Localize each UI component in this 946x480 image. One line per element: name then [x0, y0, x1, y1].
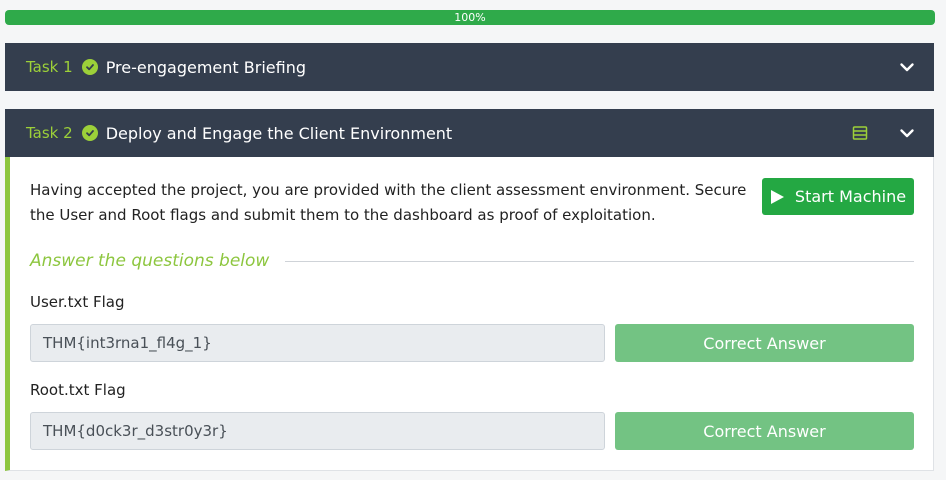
answer-input[interactable]: THM{d0ck3r_d3str0y3r} [30, 412, 605, 450]
correct-answer-button[interactable]: Correct Answer [615, 412, 914, 450]
answer-heading: Answer the questions below [30, 251, 270, 271]
divider [285, 260, 914, 262]
task-title: Deploy and Engage the Client Environment [105, 123, 453, 143]
answer-input[interactable]: THM{int3rna1_fl4g_1} [30, 324, 605, 362]
chevron-down-icon[interactable] [899, 59, 915, 75]
task-title: Pre-engagement Briefing [105, 57, 306, 77]
task-description: Having accepted the project, you are pro… [30, 181, 747, 224]
chevron-down-icon[interactable] [899, 125, 915, 141]
task-2-header[interactable]: Task 2 Deploy and Engage the Client Envi… [5, 109, 934, 157]
start-machine-label: Start Machine [794, 187, 907, 206]
task-1-header[interactable]: Task 1 Pre-engagement Briefing [5, 43, 934, 91]
server-list-icon[interactable] [852, 125, 868, 141]
progress-label: 100% [454, 11, 486, 24]
check-circle-icon [81, 59, 98, 75]
check-circle-icon [81, 125, 98, 141]
task-2-body: Having accepted the project, you are pro… [5, 157, 934, 471]
answer-section-header: Answer the questions below [30, 249, 914, 273]
progress-bar: 100% [5, 10, 935, 25]
task-number: Task 1 [26, 58, 73, 76]
question-label: User.txt Flag [30, 293, 125, 311]
correct-answer-button[interactable]: Correct Answer [615, 324, 914, 362]
task-number: Task 2 [26, 124, 73, 142]
question-label: Root.txt Flag [30, 381, 126, 399]
start-machine-button[interactable]: Start Machine [762, 178, 914, 215]
play-icon [770, 189, 784, 204]
